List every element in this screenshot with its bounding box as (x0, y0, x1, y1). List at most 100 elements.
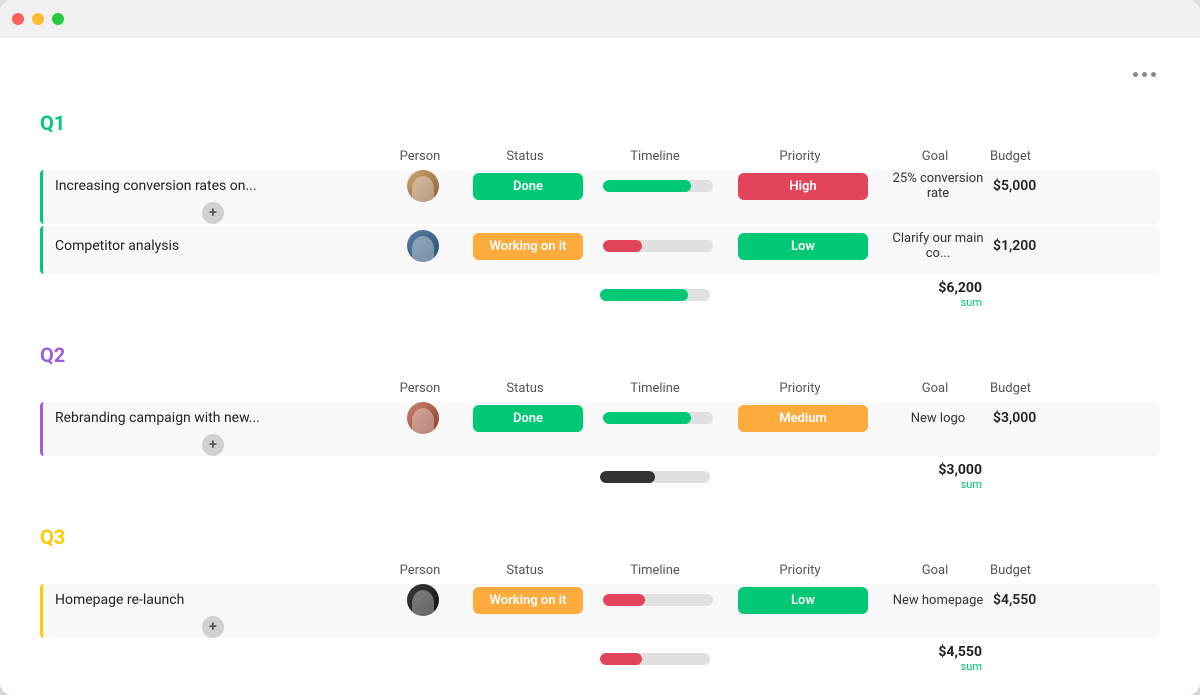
summary-timeline-fill (600, 653, 642, 665)
status-badge[interactable]: Working on it (473, 587, 583, 614)
header-col-4: Priority (720, 381, 880, 396)
header-col-5: Goal (880, 381, 990, 396)
timeline-cell (593, 412, 723, 424)
table-row: Increasing conversion rates on...DoneHig… (40, 170, 1160, 224)
summary-timeline (590, 289, 720, 301)
priority-badge[interactable]: Low (738, 587, 868, 614)
priority-cell: High (723, 173, 883, 200)
section-q3: Q3 PersonStatusTimelinePriorityGoalBudget… (40, 525, 1160, 677)
timeline-cell (593, 240, 723, 252)
goal-cell: New logo (883, 411, 993, 426)
timeline-bar (603, 594, 713, 606)
header-col-4: Priority (720, 563, 880, 578)
header-col-3: Timeline (590, 563, 720, 578)
priority-cell: Low (723, 587, 883, 614)
header-col-6: Budget (990, 381, 1030, 396)
add-col-btn: + (43, 434, 383, 456)
section-q2: Q2 PersonStatusTimelinePriorityGoalBudget… (40, 343, 1160, 495)
timeline-fill (603, 594, 645, 606)
status-cell: Working on it (463, 587, 593, 614)
header-col-5: Goal (880, 149, 990, 164)
status-cell: Working on it (463, 233, 593, 260)
table-header: PersonStatusTimelinePriorityGoalBudget (40, 559, 1160, 582)
page-header (40, 68, 1160, 81)
summary-timeline-fill (600, 471, 655, 483)
more-button[interactable] (1129, 68, 1160, 81)
budget-cell: $3,000 (993, 410, 1033, 426)
status-cell: Done (463, 173, 593, 200)
timeline-bar (603, 180, 713, 192)
avatar (407, 170, 439, 202)
row-name: Homepage re-launch (43, 584, 383, 616)
row-person (383, 230, 463, 262)
add-col-btn: + (43, 202, 383, 224)
summary-timeline-bar (600, 471, 710, 483)
summary-budget: $4,550sum (880, 644, 990, 673)
summary-timeline-bar (600, 653, 710, 665)
app-window: Q1PersonStatusTimelinePriorityGoalBudget… (0, 0, 1200, 695)
header-col-0 (40, 563, 380, 578)
add-column-button[interactable]: + (202, 202, 224, 224)
summary-row: $3,000sum (40, 458, 1160, 495)
timeline-cell (593, 180, 723, 192)
table-row: Rebranding campaign with new... Done Mediu… (40, 402, 1160, 456)
header-col-2: Status (460, 381, 590, 396)
table-header: PersonStatusTimelinePriorityGoalBudget (40, 145, 1160, 168)
summary-timeline (590, 653, 720, 665)
summary-budget: $3,000sum (880, 462, 990, 491)
row-name: Competitor analysis (43, 230, 383, 262)
q2-title: Q2 (40, 343, 1160, 367)
priority-badge[interactable]: Medium (738, 405, 868, 432)
avatar (407, 584, 439, 616)
summary-budget: $6,200sum (880, 280, 990, 309)
main-content: Q1PersonStatusTimelinePriorityGoalBudget… (0, 38, 1200, 695)
status-cell: Done (463, 405, 593, 432)
summary-label: sum (880, 660, 982, 673)
summary-row: $6,200sum (40, 276, 1160, 313)
budget-cell: $4,550 (993, 592, 1033, 608)
header-col-1: Person (380, 563, 460, 578)
timeline-fill (603, 412, 691, 424)
summary-label: sum (880, 478, 982, 491)
row-person (383, 584, 463, 616)
close-dot[interactable] (12, 13, 24, 25)
status-badge[interactable]: Done (473, 173, 583, 200)
add-col-btn: + (43, 616, 383, 638)
status-badge[interactable]: Working on it (473, 233, 583, 260)
status-badge[interactable]: Done (473, 405, 583, 432)
timeline-fill (603, 240, 642, 252)
goal-cell: New homepage (883, 593, 993, 608)
header-col-2: Status (460, 563, 590, 578)
header-col-6: Budget (990, 149, 1030, 164)
summary-timeline (590, 471, 720, 483)
sections-container: Q1PersonStatusTimelinePriorityGoalBudget… (40, 111, 1160, 677)
goal-cell: Clarify our main co... (883, 231, 993, 261)
header-col-3: Timeline (590, 381, 720, 396)
timeline-fill (603, 180, 691, 192)
q1-title: Q1 (40, 111, 1160, 135)
summary-timeline-fill (600, 289, 688, 301)
summary-amount: $4,550 (880, 644, 982, 660)
header-col-0 (40, 149, 380, 164)
row-name: Rebranding campaign with new... (43, 402, 383, 434)
header-col-1: Person (380, 381, 460, 396)
timeline-cell (593, 594, 723, 606)
q3-title: Q3 (40, 525, 1160, 549)
minimize-dot[interactable] (32, 13, 44, 25)
header-col-0 (40, 381, 380, 396)
row-person (383, 402, 463, 434)
summary-label: sum (880, 296, 982, 309)
header-col-5: Goal (880, 563, 990, 578)
priority-badge[interactable]: High (738, 173, 868, 200)
goal-cell: 25% conversion rate (883, 171, 993, 201)
priority-cell: Medium (723, 405, 883, 432)
header-col-1: Person (380, 149, 460, 164)
table-row: Homepage re-launch Working on it Low New ho… (40, 584, 1160, 638)
add-column-button[interactable]: + (202, 434, 224, 456)
section-q1: Q1 PersonStatusTimelinePriorityGoalBudget… (40, 111, 1160, 313)
avatar (407, 230, 439, 262)
priority-badge[interactable]: Low (738, 233, 868, 260)
add-column-button[interactable]: + (202, 616, 224, 638)
title-bar (0, 0, 1200, 38)
maximize-dot[interactable] (52, 13, 64, 25)
